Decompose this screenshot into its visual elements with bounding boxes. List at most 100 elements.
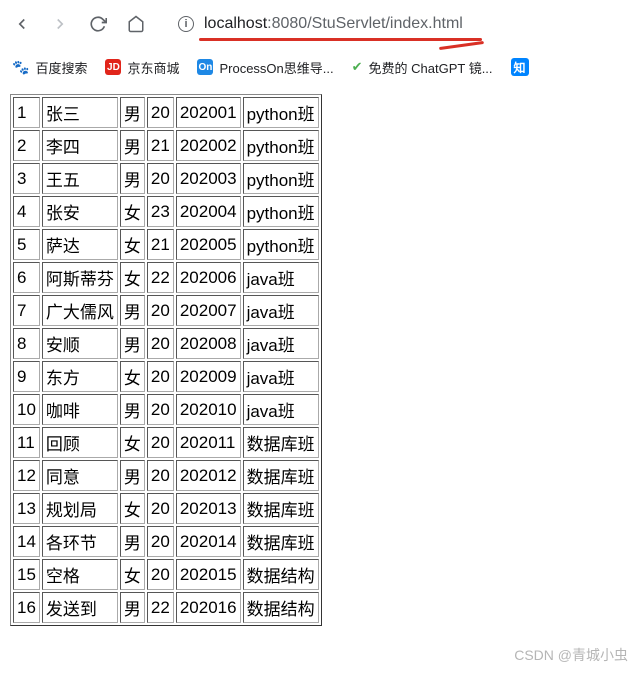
cell-sno: 202003 [176,163,241,194]
cell-cls: 数据库班 [243,460,319,491]
cell-id: 2 [13,130,40,161]
cell-cls: 数据库班 [243,427,319,458]
cell-age: 22 [147,262,174,293]
cell-gender: 男 [120,394,145,425]
cell-cls: java班 [243,394,319,425]
cell-age: 20 [147,559,174,590]
cell-age: 20 [147,460,174,491]
cell-id: 5 [13,229,40,260]
url-port: :8080 [267,15,307,32]
cell-name: 东方 [42,361,118,392]
cell-gender: 男 [120,592,145,623]
chatgpt-icon: ✔ [352,59,363,75]
cell-cls: java班 [243,328,319,359]
cell-age: 20 [147,163,174,194]
cell-id: 11 [13,427,40,458]
cell-id: 3 [13,163,40,194]
url-path: /StuServlet/index.html [307,15,463,32]
cell-id: 13 [13,493,40,524]
cell-name: 空格 [42,559,118,590]
cell-age: 20 [147,97,174,128]
cell-sno: 202015 [176,559,241,590]
back-button[interactable] [12,14,32,34]
bookmark-label: 免费的 ChatGPT 镜... [369,58,493,77]
table-row: 9东方女20202009java班 [13,361,319,392]
cell-sno: 202016 [176,592,241,623]
cell-gender: 男 [120,526,145,557]
site-info-icon[interactable]: i [178,16,194,32]
cell-sno: 202002 [176,130,241,161]
cell-cls: python班 [243,196,319,227]
table-row: 7广大儒风男20202007java班 [13,295,319,326]
cell-name: 安顺 [42,328,118,359]
reload-button[interactable] [88,14,108,34]
home-button[interactable] [126,14,146,34]
cell-age: 20 [147,427,174,458]
cell-age: 21 [147,229,174,260]
bookmark-zhihu[interactable]: 知 [511,58,529,76]
cell-id: 14 [13,526,40,557]
table-row: 16发送到男22202016数据结构 [13,592,319,623]
cell-cls: 数据库班 [243,493,319,524]
cell-cls: python班 [243,97,319,128]
table-row: 2李四男21202002python班 [13,130,319,161]
bookmark-jd[interactable]: JD 京东商城 [105,58,179,77]
cell-sno: 202007 [176,295,241,326]
cell-sno: 202006 [176,262,241,293]
forward-button[interactable] [50,14,70,34]
zhihu-icon: 知 [511,58,529,76]
browser-toolbar: i localhost:8080/StuServlet/index.html [0,0,642,48]
jd-icon: JD [105,59,121,75]
cell-name: 李四 [42,130,118,161]
cell-name: 王五 [42,163,118,194]
cell-cls: 数据结构 [243,559,319,590]
cell-gender: 女 [120,361,145,392]
cell-age: 20 [147,295,174,326]
cell-sno: 202001 [176,97,241,128]
cell-gender: 男 [120,328,145,359]
bookmark-processon[interactable]: On ProcessOn思维导... [197,58,333,77]
watermark: CSDN @青城小虫 [514,645,628,665]
cell-gender: 女 [120,196,145,227]
url-host: localhost [204,15,267,32]
table-row: 14各环节男20202014数据库班 [13,526,319,557]
bookmark-label: 百度搜索 [35,58,87,77]
cell-name: 张安 [42,196,118,227]
cell-id: 15 [13,559,40,590]
cell-name: 同意 [42,460,118,491]
student-table: 1张三男20202001python班2李四男21202002python班3王… [10,94,322,626]
cell-cls: java班 [243,295,319,326]
cell-age: 22 [147,592,174,623]
cell-age: 20 [147,394,174,425]
cell-id: 4 [13,196,40,227]
cell-name: 广大儒风 [42,295,118,326]
cell-cls: python班 [243,229,319,260]
cell-cls: java班 [243,262,319,293]
cell-cls: 数据库班 [243,526,319,557]
table-row: 8安顺男20202008java班 [13,328,319,359]
cell-sno: 202011 [176,427,241,458]
cell-sno: 202008 [176,328,241,359]
cell-gender: 男 [120,295,145,326]
cell-cls: python班 [243,163,319,194]
cell-id: 1 [13,97,40,128]
cell-age: 20 [147,493,174,524]
annotation-underline [199,38,482,41]
address-bar[interactable]: i localhost:8080/StuServlet/index.html [164,11,477,37]
url-text: localhost:8080/StuServlet/index.html [204,15,463,33]
bookmark-label: 京东商城 [127,58,179,77]
cell-gender: 男 [120,130,145,161]
table-row: 11回顾女20202011数据库班 [13,427,319,458]
table-row: 10咖啡男20202010java班 [13,394,319,425]
bookmark-chatgpt[interactable]: ✔ 免费的 ChatGPT 镜... [352,58,493,77]
cell-age: 20 [147,361,174,392]
table-row: 6阿斯蒂芬女22202006java班 [13,262,319,293]
table-row: 13规划局女20202013数据库班 [13,493,319,524]
cell-id: 9 [13,361,40,392]
cell-gender: 女 [120,559,145,590]
cell-gender: 男 [120,163,145,194]
bookmark-baidu[interactable]: 🐾 百度搜索 [12,58,87,77]
cell-name: 各环节 [42,526,118,557]
cell-gender: 男 [120,97,145,128]
cell-name: 发送到 [42,592,118,623]
